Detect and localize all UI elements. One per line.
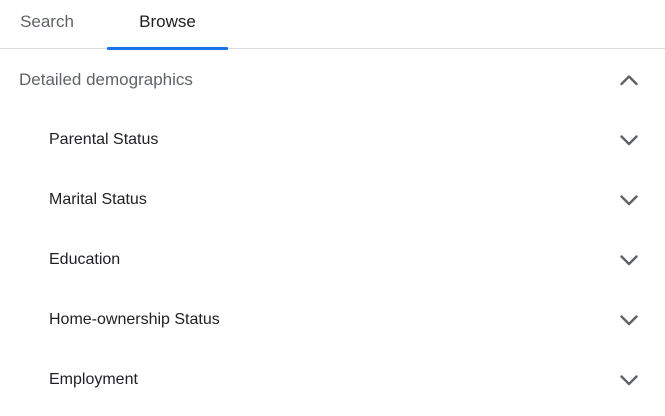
category-label: Education <box>49 251 121 268</box>
chevron-down-icon[interactable] <box>617 188 641 212</box>
chevron-down-icon[interactable] <box>617 368 641 392</box>
chevron-down-icon[interactable] <box>617 248 641 272</box>
category-row-education[interactable]: Education <box>0 230 665 290</box>
detailed-demographics-header[interactable]: Detailed demographics <box>0 50 665 110</box>
tab-browse-label: Browse <box>139 12 196 31</box>
category-label: Employment <box>49 371 138 388</box>
category-row-marital-status[interactable]: Marital Status <box>0 170 665 230</box>
chevron-up-icon[interactable] <box>617 68 641 92</box>
tab-browse[interactable]: Browse <box>107 0 228 50</box>
category-row-parental-status[interactable]: Parental Status <box>0 110 665 170</box>
tab-bar: Search Browse <box>0 0 665 50</box>
category-label: Marital Status <box>49 191 147 208</box>
tab-search-label: Search <box>20 12 74 31</box>
category-row-employment[interactable]: Employment <box>0 350 665 410</box>
category-label: Home-ownership Status <box>49 311 220 328</box>
tab-search[interactable]: Search <box>0 0 94 49</box>
chevron-down-icon[interactable] <box>617 308 641 332</box>
section-title: Detailed demographics <box>19 70 193 89</box>
category-row-home-ownership-status[interactable]: Home-ownership Status <box>0 290 665 350</box>
chevron-down-icon[interactable] <box>617 128 641 152</box>
category-label: Parental Status <box>49 131 159 148</box>
